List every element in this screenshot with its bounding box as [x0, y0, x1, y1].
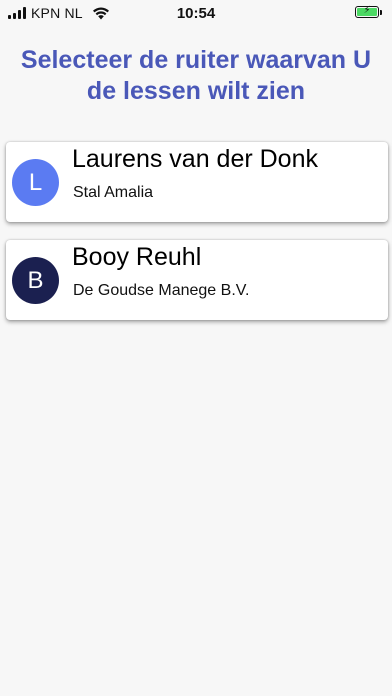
- status-bar: KPN NL 10:54 ⚡: [0, 0, 392, 26]
- battery-icon: ⚡: [355, 5, 382, 18]
- rider-card[interactable]: L Laurens van der Donk Stal Amalia: [6, 142, 388, 222]
- rider-name: Booy Reuhl: [72, 243, 202, 271]
- rider-card[interactable]: B Booy Reuhl De Goudse Manege B.V.: [6, 240, 388, 320]
- rider-list: L Laurens van der Donk Stal Amalia B Boo…: [6, 142, 388, 338]
- status-time: 10:54: [176, 5, 216, 22]
- rider-name: Laurens van der Donk: [72, 145, 318, 173]
- avatar: B: [12, 257, 59, 304]
- rider-stable: De Goudse Manege B.V.: [73, 282, 250, 299]
- page-title: Selecteer de ruiter waarvan U de lessen …: [20, 46, 372, 105]
- charging-bolt-icon: ⚡: [363, 5, 371, 16]
- avatar: L: [12, 159, 59, 206]
- rider-stable: Stal Amalia: [73, 184, 154, 201]
